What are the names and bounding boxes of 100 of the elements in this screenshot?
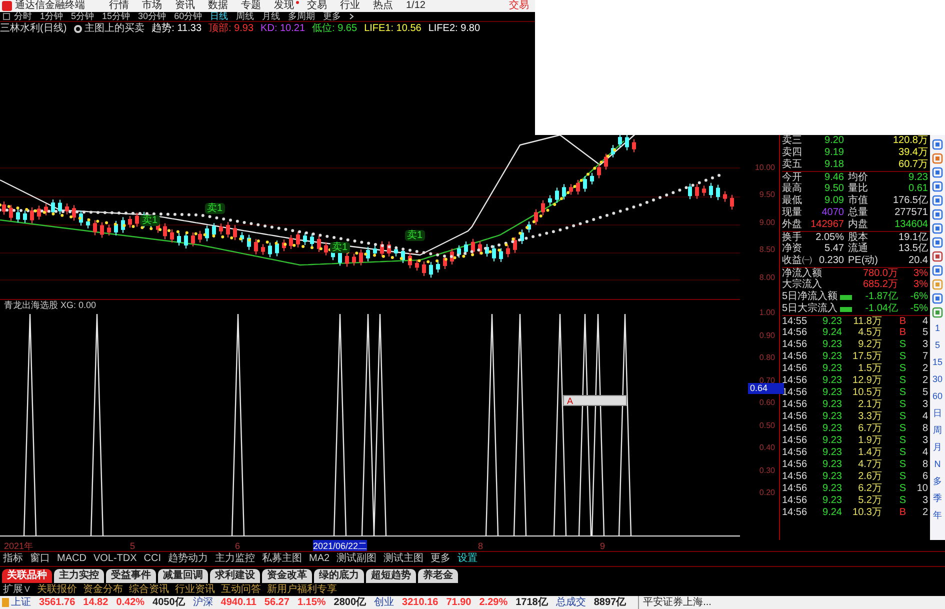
menu-item[interactable]: 发现 xyxy=(274,0,294,12)
feature-tab[interactable]: 受益事件 xyxy=(106,568,156,582)
period-key[interactable]: 年 xyxy=(933,508,942,522)
toolbar-icon[interactable] xyxy=(932,223,943,234)
period-key[interactable]: 多 xyxy=(933,474,942,488)
period-key[interactable]: 日 xyxy=(933,406,942,420)
period-key[interactable]: 5 xyxy=(934,338,940,352)
index-value: 1.15% xyxy=(297,596,326,609)
date-label: 2021/06/22二 xyxy=(313,540,368,551)
menu-item[interactable]: 行业 xyxy=(340,0,360,12)
floating-toolbar[interactable]: A xyxy=(563,395,627,406)
settings-icon[interactable] xyxy=(74,24,82,32)
menu-item[interactable]: 1/12 xyxy=(406,0,426,12)
toolbar-icon[interactable] xyxy=(932,265,943,276)
toolbar-icon[interactable] xyxy=(932,153,943,164)
period-tab[interactable]: 1分钟 xyxy=(40,12,64,21)
toolbar-icon[interactable] xyxy=(932,181,943,192)
quote-value: 9.23 xyxy=(908,172,928,184)
toolbar-icon[interactable] xyxy=(932,209,943,220)
period-tab[interactable]: 15分钟 xyxy=(102,12,130,21)
menu-item[interactable]: 数据 xyxy=(208,0,228,12)
tick-time: 14:56 xyxy=(782,411,808,423)
toolbar-icon[interactable] xyxy=(932,195,943,206)
panel-toggle-icon[interactable] xyxy=(3,13,10,20)
tick-count: 6 xyxy=(922,471,928,483)
info-link[interactable]: 行业资讯 xyxy=(175,584,215,596)
indicator-tab[interactable]: MACD xyxy=(57,552,86,566)
menu-item[interactable]: 资讯 xyxy=(175,0,195,12)
period-key[interactable]: 30 xyxy=(932,372,942,386)
period-key[interactable]: 季 xyxy=(933,491,942,505)
indicator-tab[interactable]: 更多 xyxy=(430,552,451,566)
period-tab[interactable]: 30分钟 xyxy=(138,12,166,21)
indicator-tab[interactable]: 窗口 xyxy=(30,552,50,566)
tick-count: 2 xyxy=(922,363,928,375)
indicator-tab[interactable]: VOL-TDX xyxy=(93,552,137,566)
feature-tab[interactable]: 求利建设 xyxy=(210,568,260,582)
period-tab[interactable]: 5分钟 xyxy=(71,12,94,21)
info-link[interactable]: 资金分布 xyxy=(83,584,123,596)
quote-value: 142967 xyxy=(810,219,844,231)
period-key[interactable]: 周 xyxy=(933,423,942,437)
indicator-tab[interactable]: 设置 xyxy=(458,552,478,566)
period-key[interactable]: 1 xyxy=(934,321,940,335)
toolbar-icon[interactable] xyxy=(932,251,943,262)
indicator-tab[interactable]: 趋势动力 xyxy=(168,552,208,566)
period-key[interactable]: 月 xyxy=(933,440,942,454)
tick-volume: 4.5万 xyxy=(858,327,882,339)
app-logo-icon xyxy=(2,1,12,11)
quote-label: 现量 xyxy=(782,207,803,219)
info-link[interactable]: 综合资讯 xyxy=(129,584,169,596)
feature-tab[interactable]: 关联品种 xyxy=(2,568,52,582)
indicator-tab[interactable]: CCI xyxy=(144,552,162,566)
period-tab[interactable]: 更多 xyxy=(323,12,342,21)
indicator-tab[interactable]: 测试副图 xyxy=(336,552,377,566)
tick-side: S xyxy=(899,435,906,447)
tick-price: 9.23 xyxy=(822,483,842,495)
indicator-tab[interactable]: 指标 xyxy=(3,552,23,566)
period-key[interactable]: 15 xyxy=(932,355,942,369)
menu-item[interactable]: 热点 xyxy=(373,0,393,12)
period-tab[interactable]: 60分钟 xyxy=(174,12,202,21)
index-value: 2.29% xyxy=(479,596,508,609)
index-value: 4050亿 xyxy=(152,596,185,609)
indicator-tab[interactable]: 测试主图 xyxy=(384,552,424,566)
period-key[interactable]: 60 xyxy=(932,389,942,403)
feature-tab[interactable]: 超短趋势 xyxy=(366,568,416,582)
quote-label: 卖四 xyxy=(782,147,803,158)
tick-side: S xyxy=(899,483,906,495)
feature-tab[interactable]: 养老金 xyxy=(418,568,458,582)
tick-volume: 6.2万 xyxy=(858,483,882,495)
tick-time: 14:56 xyxy=(782,363,808,375)
toolbar-icon[interactable] xyxy=(932,167,943,178)
indicator-tab[interactable]: 主力监控 xyxy=(215,552,256,566)
feature-tab[interactable]: 主力实控 xyxy=(54,568,104,582)
tick-count: 8 xyxy=(922,423,928,435)
feature-tab[interactable]: 减量回调 xyxy=(158,568,208,582)
tick-side: B xyxy=(899,507,906,519)
feature-tab[interactable]: 资金改革 xyxy=(262,568,312,582)
tick-time: 14:56 xyxy=(782,423,808,435)
info-link[interactable]: 互动问答 xyxy=(221,584,261,596)
menu-item[interactable]: 专题 xyxy=(241,0,261,12)
toolbar-icon[interactable] xyxy=(932,139,943,150)
tick-side: S xyxy=(899,459,906,471)
tick-price: 9.23 xyxy=(822,339,842,351)
indicator-tab[interactable]: 私募主图 xyxy=(262,552,302,566)
period-tab[interactable]: 多周期 xyxy=(288,12,316,21)
tick-count: 4 xyxy=(922,411,928,423)
tick-volume: 11.8万 xyxy=(853,316,882,328)
toolbar-icon[interactable] xyxy=(932,293,943,304)
toolbar-icon[interactable] xyxy=(932,237,943,248)
toolbar-icon[interactable] xyxy=(932,307,943,318)
feature-tab[interactable]: 绿的底力 xyxy=(314,568,364,582)
indicator-tab[interactable]: MA2 xyxy=(309,552,330,566)
tick-price: 9.23 xyxy=(822,471,842,483)
index-value: 3210.16 xyxy=(402,596,438,609)
tick-time: 14:56 xyxy=(782,507,808,519)
signal-label: 卖1 xyxy=(405,230,425,241)
tick-price: 9.23 xyxy=(822,411,842,423)
period-key[interactable]: N xyxy=(934,457,941,471)
tick-time: 14:56 xyxy=(782,339,808,351)
chevron-right-icon[interactable] xyxy=(349,13,354,20)
menu-item[interactable]: 行情 xyxy=(109,0,129,12)
